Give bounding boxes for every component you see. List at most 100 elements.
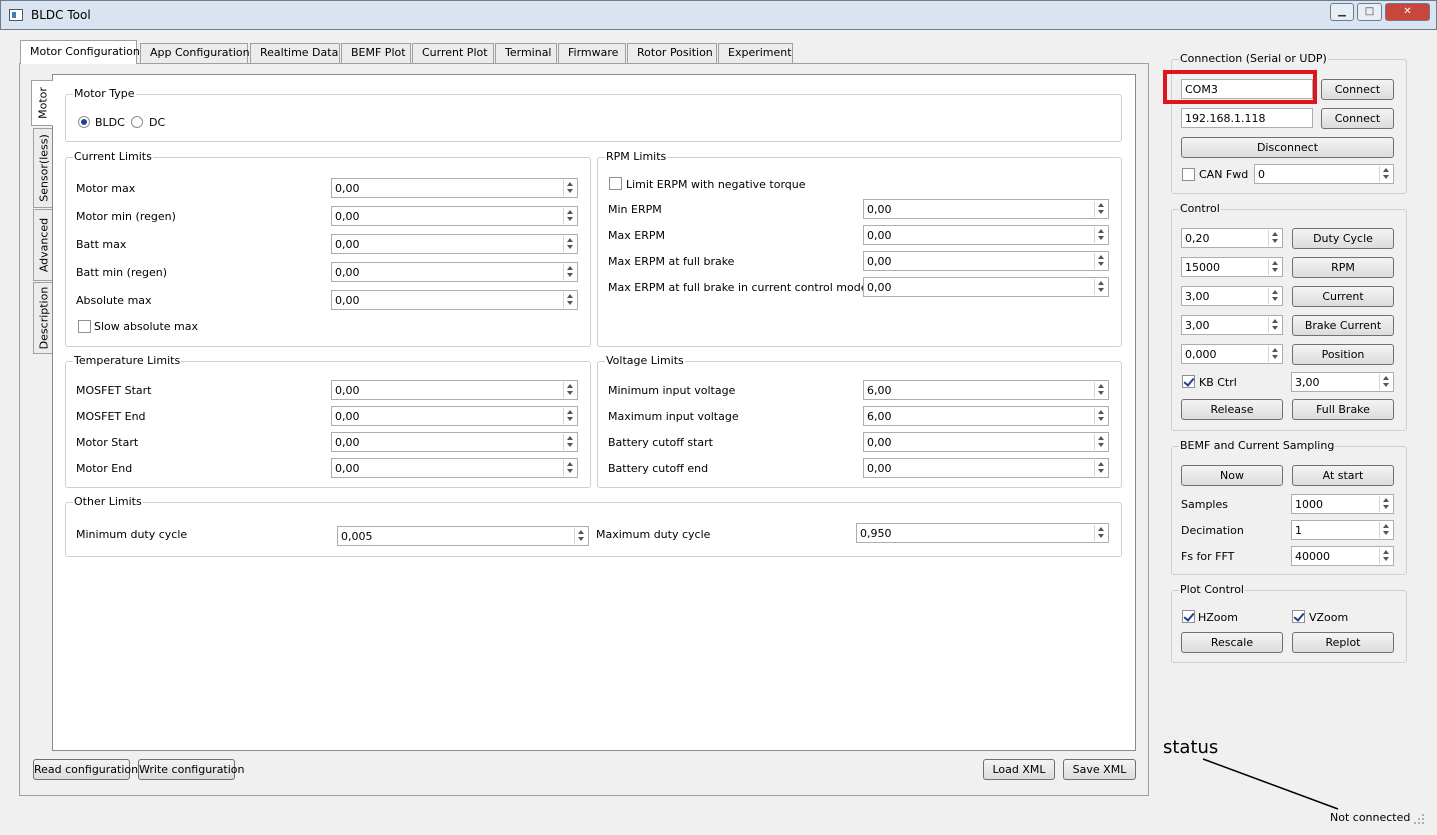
position-button[interactable]: Position: [1292, 344, 1394, 365]
dc-radio[interactable]: [131, 116, 143, 128]
can-fwd-checkbox[interactable]: [1182, 168, 1195, 181]
spin-arrows-icon[interactable]: [563, 236, 576, 252]
max-input-voltage-spinbox[interactable]: 6,00: [863, 406, 1109, 426]
samples-spinbox[interactable]: 1000: [1291, 494, 1394, 514]
tab-motor-configuration[interactable]: Motor Configuration: [20, 40, 140, 64]
can-id-spinbox[interactable]: 0: [1254, 164, 1394, 184]
save-xml-button[interactable]: Save XML: [1063, 759, 1136, 780]
hzoom-checkbox[interactable]: [1182, 610, 1195, 623]
tab-firmware[interactable]: Firmware: [558, 43, 626, 63]
spin-arrows-icon[interactable]: [1379, 374, 1392, 390]
min-input-voltage-spinbox[interactable]: 6,00: [863, 380, 1109, 400]
vtab-description[interactable]: Description: [33, 282, 53, 354]
spin-arrows-icon[interactable]: [1268, 259, 1281, 275]
disconnect-button[interactable]: Disconnect: [1181, 137, 1394, 158]
absolute-max-spinbox[interactable]: 0,00: [331, 290, 578, 310]
max-erpm-cc-spinbox[interactable]: 0,00: [863, 277, 1109, 297]
spin-arrows-icon[interactable]: [563, 434, 576, 450]
release-button[interactable]: Release: [1181, 399, 1283, 420]
spin-arrows-icon[interactable]: [1379, 522, 1392, 538]
spin-arrows-icon[interactable]: [1268, 317, 1281, 333]
spin-arrows-icon[interactable]: [1094, 525, 1107, 541]
vtab-sensorless[interactable]: Sensor(less): [33, 128, 53, 208]
spin-arrows-icon[interactable]: [1094, 253, 1107, 269]
tab-rotor-position[interactable]: Rotor Position: [627, 43, 717, 63]
current-spinbox[interactable]: 3,00: [1181, 286, 1283, 306]
max-erpm-full-brake-spinbox[interactable]: 0,00: [863, 251, 1109, 271]
spin-arrows-icon[interactable]: [563, 460, 576, 476]
spin-arrows-icon[interactable]: [1094, 279, 1107, 295]
mosfet-end-spinbox[interactable]: 0,00: [331, 406, 578, 426]
slow-absolute-max-checkbox[interactable]: [78, 320, 91, 333]
spin-arrows-icon[interactable]: [563, 382, 576, 398]
current-button[interactable]: Current: [1292, 286, 1394, 307]
resize-grip-icon[interactable]: [1411, 812, 1427, 826]
tab-app-configuration[interactable]: App Configuration: [140, 43, 250, 63]
tab-experiment[interactable]: Experiment: [718, 43, 793, 63]
read-configuration-button[interactable]: Read configuration: [33, 759, 138, 780]
duty-cycle-spinbox[interactable]: 0,20: [1181, 228, 1283, 248]
connect-udp-button[interactable]: Connect: [1321, 108, 1394, 129]
tab-current-plot[interactable]: Current Plot: [412, 43, 494, 63]
battery-cutoff-start-spinbox[interactable]: 0,00: [863, 432, 1109, 452]
udp-address-input[interactable]: 192.168.1.118: [1181, 108, 1313, 128]
tab-bemf-plot[interactable]: BEMF Plot: [341, 43, 411, 63]
spin-arrows-icon[interactable]: [1094, 460, 1107, 476]
minimize-button[interactable]: ▁: [1330, 3, 1354, 21]
brake-current-spinbox[interactable]: 3,00: [1181, 315, 1283, 335]
batt-max-spinbox[interactable]: 0,00: [331, 234, 578, 254]
battery-cutoff-end-spinbox[interactable]: 0,00: [863, 458, 1109, 478]
fs-fft-spinbox[interactable]: 40000: [1291, 546, 1394, 566]
spin-arrows-icon[interactable]: [1094, 434, 1107, 450]
brake-current-button[interactable]: Brake Current: [1292, 315, 1394, 336]
vzoom-checkbox[interactable]: [1292, 610, 1305, 623]
min-erpm-spinbox[interactable]: 0,00: [863, 199, 1109, 219]
spin-arrows-icon[interactable]: [1379, 548, 1392, 564]
load-xml-button[interactable]: Load XML: [983, 759, 1055, 780]
tab-realtime-data[interactable]: Realtime Data: [250, 43, 340, 63]
spin-arrows-icon[interactable]: [563, 208, 576, 224]
full-brake-button[interactable]: Full Brake: [1292, 399, 1394, 420]
spin-arrows-icon[interactable]: [1379, 496, 1392, 512]
maximize-button[interactable]: □: [1357, 3, 1382, 21]
position-spinbox[interactable]: 0,000: [1181, 344, 1283, 364]
motor-end-spinbox[interactable]: 0,00: [331, 458, 578, 478]
spin-arrows-icon[interactable]: [1094, 201, 1107, 217]
kb-ctrl-checkbox[interactable]: [1182, 375, 1195, 388]
duty-cycle-button[interactable]: Duty Cycle: [1292, 228, 1394, 249]
close-button[interactable]: ✕: [1385, 3, 1430, 21]
rpm-spinbox[interactable]: 15000: [1181, 257, 1283, 277]
bldc-radio[interactable]: [78, 116, 90, 128]
spin-arrows-icon[interactable]: [1268, 230, 1281, 246]
rescale-button[interactable]: Rescale: [1181, 632, 1283, 653]
connect-serial-button[interactable]: Connect: [1321, 79, 1394, 100]
spin-arrows-icon[interactable]: [574, 528, 587, 544]
mosfet-start-spinbox[interactable]: 0,00: [331, 380, 578, 400]
decimation-spinbox[interactable]: 1: [1291, 520, 1394, 540]
write-configuration-button[interactable]: Write configuration: [138, 759, 245, 780]
spin-arrows-icon[interactable]: [1268, 288, 1281, 304]
spin-arrows-icon[interactable]: [563, 264, 576, 280]
replot-button[interactable]: Replot: [1292, 632, 1394, 653]
vtab-motor[interactable]: Motor: [31, 80, 53, 126]
spin-arrows-icon[interactable]: [1094, 227, 1107, 243]
motor-min-spinbox[interactable]: 0,00: [331, 206, 578, 226]
tab-terminal[interactable]: Terminal: [495, 43, 557, 63]
min-duty-cycle-spinbox[interactable]: 0,005: [337, 526, 589, 546]
motor-start-spinbox[interactable]: 0,00: [331, 432, 578, 452]
spin-arrows-icon[interactable]: [563, 292, 576, 308]
max-duty-cycle-spinbox[interactable]: 0,950: [856, 523, 1109, 543]
sample-now-button[interactable]: Now: [1181, 465, 1283, 486]
sample-at-start-button[interactable]: At start: [1292, 465, 1394, 486]
max-erpm-spinbox[interactable]: 0,00: [863, 225, 1109, 245]
spin-arrows-icon[interactable]: [563, 180, 576, 196]
spin-arrows-icon[interactable]: [1094, 382, 1107, 398]
spin-arrows-icon[interactable]: [1379, 166, 1392, 182]
vtab-advanced[interactable]: Advanced: [33, 209, 53, 281]
spin-arrows-icon[interactable]: [563, 408, 576, 424]
motor-max-spinbox[interactable]: 0,00: [331, 178, 578, 198]
spin-arrows-icon[interactable]: [1268, 346, 1281, 362]
kb-ctrl-spinbox[interactable]: 3,00: [1291, 372, 1394, 392]
batt-min-spinbox[interactable]: 0,00: [331, 262, 578, 282]
spin-arrows-icon[interactable]: [1094, 408, 1107, 424]
